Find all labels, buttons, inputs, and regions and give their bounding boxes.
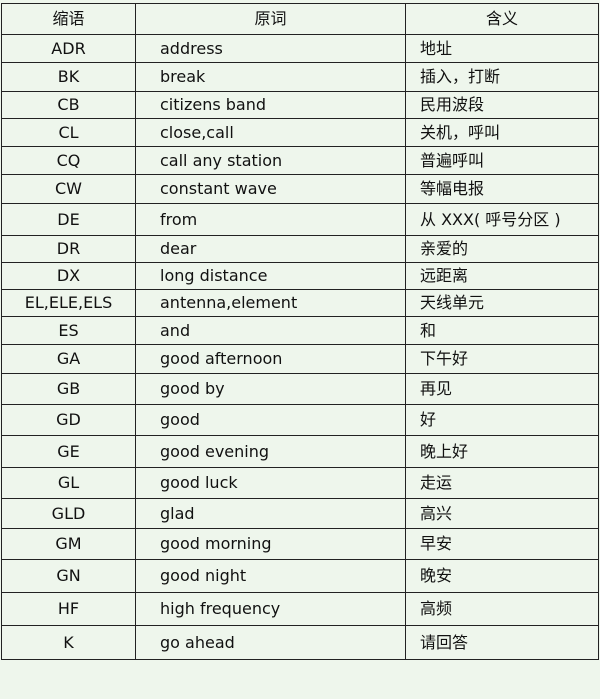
original-word-cell: good afternoon [135, 344, 406, 374]
abbreviation-cell: CQ [1, 146, 136, 175]
original-word-cell: and [135, 316, 406, 345]
abbreviation-cell: CB [1, 91, 136, 119]
header-original-word: 原词 [135, 3, 406, 35]
original-word-cell: go ahead [135, 625, 406, 660]
abbreviation-cell: GB [1, 373, 136, 405]
meaning-cell: 晚上好 [405, 435, 599, 468]
original-word-cell: good [135, 404, 406, 436]
header-meaning: 含义 [405, 3, 599, 35]
abbreviation-cell: ADR [1, 34, 136, 63]
original-word-cell: citizens band [135, 91, 406, 119]
table-row: CW constant wave 等幅电报 [1, 174, 599, 204]
abbreviation-cell: GD [1, 404, 136, 436]
abbreviation-cell: DE [1, 203, 136, 236]
original-word-cell: from [135, 203, 406, 236]
original-word-cell: break [135, 62, 406, 92]
original-word-cell: good night [135, 559, 406, 593]
meaning-cell: 关机，呼叫 [405, 118, 599, 147]
table-row: GB good by 再见 [1, 373, 599, 405]
table-row: CB citizens band 民用波段 [1, 91, 599, 119]
abbreviation-cell: GM [1, 528, 136, 560]
meaning-cell: 天线单元 [405, 289, 599, 317]
meaning-cell: 走运 [405, 467, 599, 499]
abbreviation-cell: BK [1, 62, 136, 92]
abbreviation-cell: CW [1, 174, 136, 204]
abbreviation-cell: GLD [1, 498, 136, 529]
meaning-cell: 地址 [405, 34, 599, 63]
table-row: HF high frequency 高频 [1, 592, 599, 626]
original-word-cell: good morning [135, 528, 406, 560]
abbreviation-table: 缩语 原词 含义 ADR address 地址 BK break 插入，打断 CB citiz… [1, 3, 599, 660]
meaning-cell: 高兴 [405, 498, 599, 529]
abbreviation-cell: CL [1, 118, 136, 147]
meaning-cell: 亲爱的 [405, 235, 599, 263]
table-row: BK break 插入，打断 [1, 62, 599, 92]
meaning-cell: 请回答 [405, 625, 599, 660]
original-word-cell: good luck [135, 467, 406, 499]
page: 缩语 原词 含义 ADR address 地址 BK break 插入，打断 CB citiz… [0, 0, 600, 699]
meaning-cell: 晚安 [405, 559, 599, 593]
meaning-cell: 等幅电报 [405, 174, 599, 204]
table-row: GN good night 晚安 [1, 559, 599, 593]
table-row: DE from 从 XXX( 呼号分区 ) [1, 203, 599, 236]
meaning-cell: 和 [405, 316, 599, 345]
abbreviation-cell: K [1, 625, 136, 660]
original-word-cell: dear [135, 235, 406, 263]
table-row: GD good 好 [1, 404, 599, 436]
table-body: ADR address 地址 BK break 插入，打断 CB citizens band 民… [1, 34, 599, 660]
original-word-cell: antenna,element [135, 289, 406, 317]
table-row: GL good luck 走运 [1, 467, 599, 499]
table-row: GLD glad 高兴 [1, 498, 599, 529]
table-row: ADR address 地址 [1, 34, 599, 63]
meaning-cell: 从 XXX( 呼号分区 ) [405, 203, 599, 236]
original-word-cell: good evening [135, 435, 406, 468]
abbreviation-cell: DR [1, 235, 136, 263]
meaning-cell: 民用波段 [405, 91, 599, 119]
abbreviation-cell: EL,ELE,ELS [1, 289, 136, 317]
table-header-row: 缩语 原词 含义 [1, 3, 599, 35]
original-word-cell: call any station [135, 146, 406, 175]
abbreviation-cell: HF [1, 592, 136, 626]
meaning-cell: 早安 [405, 528, 599, 560]
table-row: DR dear 亲爱的 [1, 235, 599, 263]
table-row: ES and 和 [1, 316, 599, 345]
meaning-cell: 好 [405, 404, 599, 436]
table-row: CL close,call 关机，呼叫 [1, 118, 599, 147]
abbreviation-cell: ES [1, 316, 136, 345]
meaning-cell: 高频 [405, 592, 599, 626]
abbreviation-cell: GA [1, 344, 136, 374]
original-word-cell: constant wave [135, 174, 406, 204]
table-row: GE good evening 晚上好 [1, 435, 599, 468]
table-row: CQ call any station 普遍呼叫 [1, 146, 599, 175]
original-word-cell: glad [135, 498, 406, 529]
original-word-cell: good by [135, 373, 406, 405]
meaning-cell: 远距离 [405, 262, 599, 290]
table-row: DX long distance 远距离 [1, 262, 599, 290]
header-abbreviation: 缩语 [1, 3, 136, 35]
meaning-cell: 下午好 [405, 344, 599, 374]
original-word-cell: address [135, 34, 406, 63]
table-row: EL,ELE,ELS antenna,element 天线单元 [1, 289, 599, 317]
meaning-cell: 插入，打断 [405, 62, 599, 92]
table-row: Kgo ahead 请回答 [1, 625, 599, 660]
original-word-cell: long distance [135, 262, 406, 290]
table-row: GA good afternoon 下午好 [1, 344, 599, 374]
abbreviation-cell: DX [1, 262, 136, 290]
abbreviation-cell: GN [1, 559, 136, 593]
original-word-cell: high frequency [135, 592, 406, 626]
abbreviation-cell: GE [1, 435, 136, 468]
meaning-cell: 再见 [405, 373, 599, 405]
original-word-cell: close,call [135, 118, 406, 147]
table-row: GM good morning 早安 [1, 528, 599, 560]
abbreviation-cell: GL [1, 467, 136, 499]
meaning-cell: 普遍呼叫 [405, 146, 599, 175]
